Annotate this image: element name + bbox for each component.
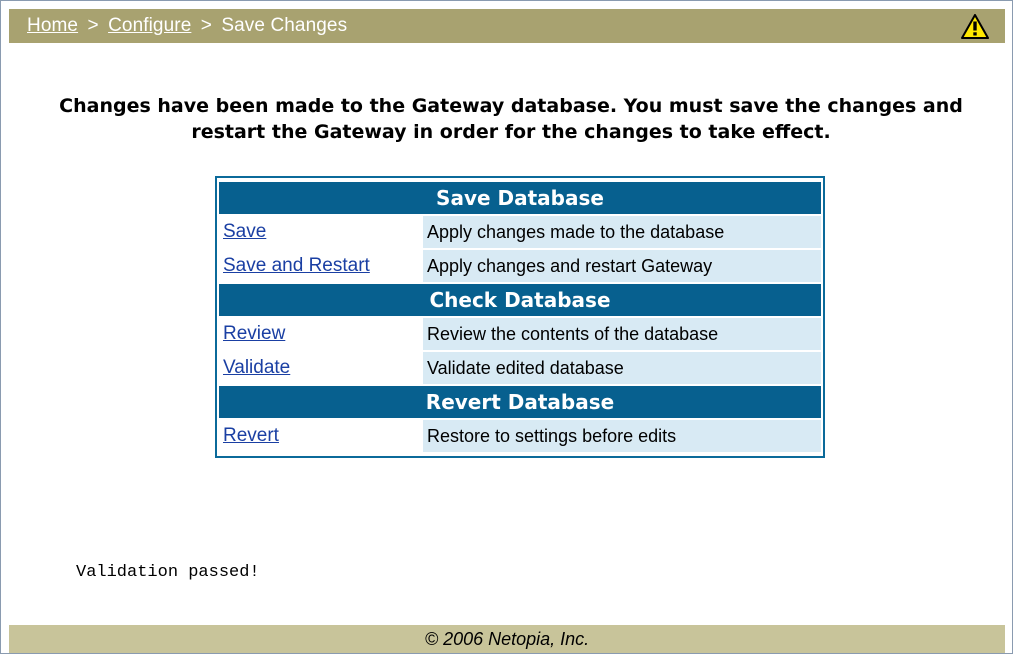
changes-message: Changes have been made to the Gateway da…: [59, 95, 963, 143]
breadcrumb-current: Save Changes: [221, 15, 348, 36]
table-row: Save and Restart Apply changes and resta…: [219, 250, 821, 282]
validation-status: Validation passed!: [76, 563, 260, 582]
table-row: Validate Validate edited database: [219, 352, 821, 384]
breadcrumb: Home > Configure > Save Changes: [27, 15, 347, 37]
save-and-restart-description: Apply changes and restart Gateway: [423, 250, 821, 282]
table-row: Revert Restore to settings before edits: [219, 420, 821, 452]
page-frame: Home > Configure > Save Changes Changes …: [0, 0, 1013, 654]
table-row: Save Apply changes made to the database: [219, 216, 821, 248]
copyright-footer: © 2006 Netopia, Inc.: [9, 625, 1005, 653]
breadcrumb-configure-link[interactable]: Configure: [108, 15, 191, 36]
breadcrumb-home-link[interactable]: Home: [27, 15, 78, 36]
section-header-save-database: Save Database: [219, 182, 821, 214]
revert-link[interactable]: Revert: [223, 425, 279, 446]
review-description: Review the contents of the database: [423, 318, 821, 350]
table-row: Review Review the contents of the databa…: [219, 318, 821, 350]
breadcrumb-separator: >: [87, 15, 99, 36]
review-link[interactable]: Review: [223, 323, 285, 344]
database-actions-table: Save Database Save Apply changes made to…: [215, 176, 825, 458]
revert-description: Restore to settings before edits: [423, 420, 821, 452]
validate-link[interactable]: Validate: [223, 357, 290, 378]
save-and-restart-link[interactable]: Save and Restart: [223, 255, 370, 276]
save-link[interactable]: Save: [223, 221, 266, 242]
section-header-check-database: Check Database: [219, 284, 821, 316]
warning-triangle-icon[interactable]: [961, 14, 989, 39]
breadcrumb-separator: >: [200, 15, 212, 36]
breadcrumb-bar: Home > Configure > Save Changes: [9, 9, 1005, 43]
save-description: Apply changes made to the database: [423, 216, 821, 248]
section-header-revert-database: Revert Database: [219, 386, 821, 418]
validate-description: Validate edited database: [423, 352, 821, 384]
